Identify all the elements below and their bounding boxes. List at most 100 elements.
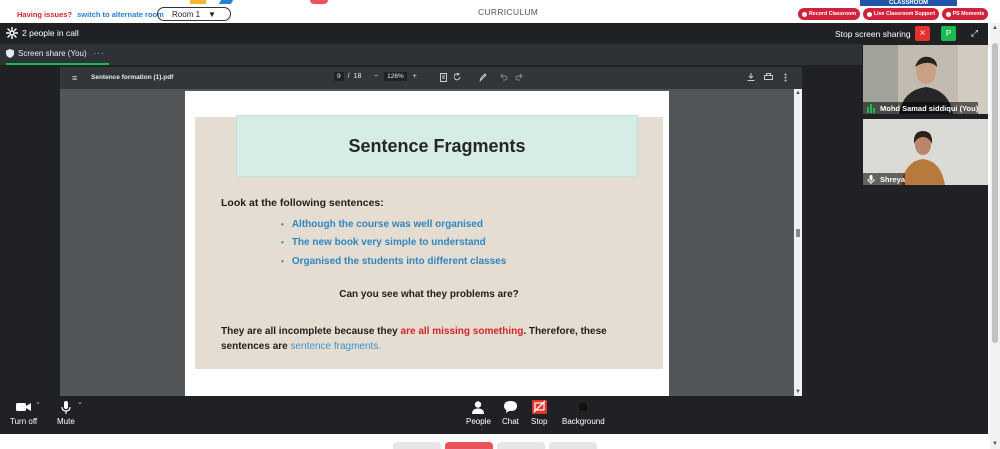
scroll-up-icon[interactable]: ▲ (992, 25, 998, 31)
participant-tile[interactable]: Shreya (863, 119, 988, 185)
redo-icon[interactable] (515, 73, 523, 81)
meeting-window: 2 people in call Stop screen sharing × P… (0, 23, 988, 434)
slide-title: Sentence Fragments (236, 115, 638, 177)
live-support-label: Live Classroom Support (873, 11, 936, 17)
pdf-scroll-thumb[interactable] (796, 229, 800, 237)
participant-name-bar: Shreya (863, 173, 906, 185)
participant-name: Mohd Samad siddiqui (You) (880, 103, 979, 113)
stop-share-icon (531, 400, 547, 414)
ps-moments-button[interactable]: PS Moments (942, 8, 988, 20)
chat-button[interactable]: Chat (502, 400, 519, 426)
annotate-icon[interactable] (479, 73, 487, 82)
chat-label: Chat (502, 417, 519, 426)
ps-moments-label: PS Moments (952, 11, 985, 17)
room-select[interactable]: Room 1 ▼ (157, 7, 231, 21)
more-options-icon[interactable]: ··· (94, 49, 105, 58)
slide: Sentence Fragments Look at the following… (195, 115, 663, 369)
mute-button[interactable]: Mute (57, 400, 75, 426)
page-number-input[interactable]: 9 (334, 72, 344, 81)
meeting-controls: Turn off ⌄ Mute ⌄ People Chat Stop Backg… (0, 396, 988, 434)
bullet-text: The new book very simple to understand (291, 237, 486, 249)
people-button[interactable]: People (466, 400, 491, 426)
tab-screen-share-label: Screen share (You) (18, 49, 87, 58)
mic-icon (867, 174, 875, 184)
issues-notice: Having issues? switch to alternate room (17, 10, 164, 19)
pdf-page-indicator: 9 / 18 (334, 72, 361, 81)
people-label: People (466, 417, 491, 426)
answer-text-1: They are all incomplete because they (221, 326, 401, 337)
page-separator: / (347, 73, 350, 80)
turn-off-video-label: Turn off (10, 417, 38, 426)
mic-options-chevron-icon[interactable]: ⌄ (77, 398, 83, 406)
more-vertical-icon[interactable] (784, 73, 787, 82)
meeting-top-bar: 2 people in call Stop screen sharing × P… (0, 23, 988, 44)
bottom-tab[interactable] (393, 442, 441, 449)
decor-stripe-blue (218, 0, 234, 4)
bottom-tab[interactable] (497, 442, 545, 449)
decor-stripe-red (310, 0, 328, 4)
pdf-file-name: Sentence formation (1).pdf (91, 74, 174, 81)
page-scroll-thumb[interactable] (992, 43, 998, 343)
list-item: • Although the course was well organised (281, 215, 506, 234)
bullet-icon: • (281, 238, 284, 248)
expand-icon[interactable]: ⤢ (967, 26, 982, 41)
zoom-in-button[interactable]: + (413, 73, 417, 80)
bullet-text: Organised the students into different cl… (291, 255, 507, 267)
issues-text: Having issues? (17, 10, 73, 19)
portal-header: Having issues? switch to alternate room … (0, 0, 1000, 23)
live-support-button[interactable]: Live Classroom Support (863, 8, 939, 20)
classroom-banner: CLASSROOM (860, 0, 957, 6)
pdf-scrollbar[interactable]: ▲ ▼ (794, 89, 802, 396)
list-item: • Organised the students into different c… (281, 252, 506, 271)
rotate-icon[interactable] (454, 73, 462, 82)
background-button[interactable]: Background (562, 400, 605, 426)
bottom-tab-active[interactable] (445, 442, 493, 449)
bullet-text: Although the course was well organised (291, 218, 483, 230)
decor-stripe-yellow (190, 0, 206, 4)
moments-icon (945, 11, 951, 17)
turn-off-video-button[interactable]: Turn off (10, 400, 37, 426)
zoom-level-input[interactable]: 126% (384, 72, 407, 81)
room-select-value: Room 1 (172, 9, 201, 19)
alternate-room-link[interactable]: switch to alternate room (77, 10, 164, 19)
gear-icon[interactable] (6, 27, 18, 39)
slide-answer: They are all incomplete because they are… (221, 324, 651, 354)
page-title: CURRICULUM (478, 7, 539, 17)
download-icon[interactable] (747, 73, 755, 81)
participant-name: Shreya (880, 174, 906, 184)
participant-name-bar: Mohd Samad siddiqui (You) (863, 102, 979, 114)
answer-highlight-red: are all missing something (400, 326, 524, 337)
stop-share-button[interactable]: Stop (531, 400, 547, 426)
people-icon (472, 400, 485, 414)
menu-icon[interactable]: ≡ (72, 73, 77, 83)
scroll-up-icon[interactable]: ▲ (795, 90, 801, 96)
tab-screen-share[interactable]: Screen share (You) ··· (6, 44, 109, 65)
page-scrollbar[interactable]: ▲ ▼ (990, 23, 1000, 449)
share-tab-row: Screen share (You) ··· (0, 44, 862, 65)
stop-screen-sharing-label: Stop screen sharing (835, 29, 911, 39)
mic-icon (61, 400, 71, 414)
answer-highlight-blue: sentence fragments. (290, 341, 382, 352)
scroll-down-icon[interactable]: ▼ (795, 389, 801, 395)
scroll-down-icon[interactable]: ▼ (992, 441, 998, 447)
print-icon[interactable] (764, 73, 773, 81)
undo-icon[interactable] (500, 73, 508, 81)
close-icon: × (919, 28, 926, 39)
fit-page-icon[interactable] (440, 73, 447, 82)
support-icon (866, 11, 872, 17)
participant-tile-self[interactable]: Mohd Samad siddiqui (You) (863, 45, 988, 114)
background-label: Background (562, 417, 605, 426)
slide-question: Can you see what they problems are? (339, 289, 519, 300)
stop-screen-sharing-button[interactable]: × (915, 26, 930, 41)
pdf-zoom-controls: − 126% + (374, 72, 417, 81)
avatar[interactable]: P (941, 26, 956, 41)
pdf-page: Sentence Fragments Look at the following… (185, 91, 669, 396)
record-classroom-button[interactable]: Record Classroom (798, 8, 860, 20)
video-camera-icon (16, 403, 32, 411)
bottom-tab[interactable] (549, 442, 597, 449)
bullet-icon: • (281, 256, 284, 266)
slide-intro: Look at the following sentences: (221, 197, 384, 209)
audio-level-icon (867, 103, 875, 113)
zoom-out-button[interactable]: − (374, 73, 378, 80)
video-options-chevron-icon[interactable]: ⌄ (35, 398, 41, 406)
